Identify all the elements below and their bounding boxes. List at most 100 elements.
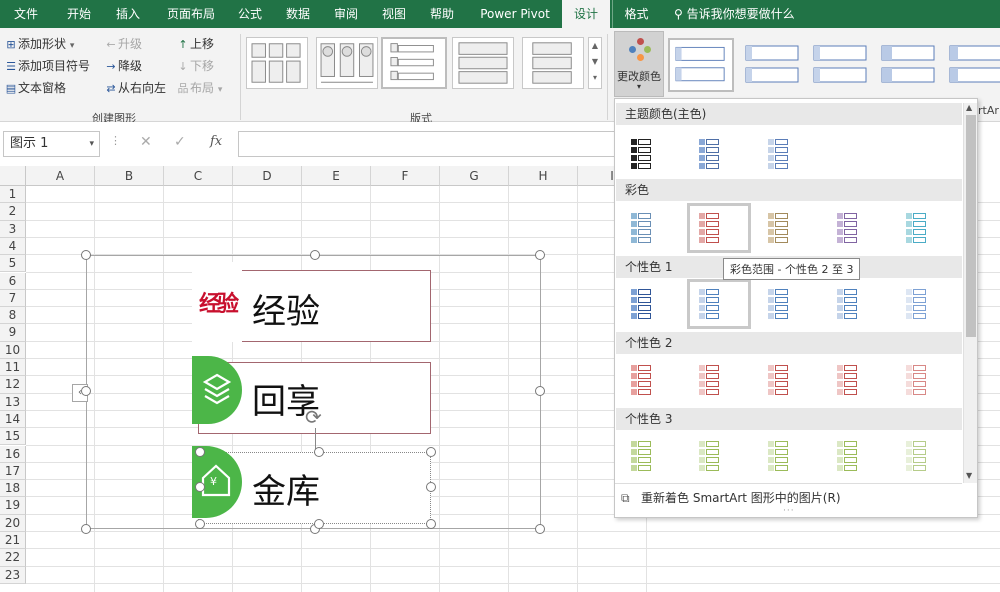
column-header-g[interactable]: G — [440, 166, 509, 186]
row-header-8[interactable]: 8 — [0, 307, 26, 325]
resize-handle[interactable] — [81, 386, 91, 396]
row-header-19[interactable]: 19 — [0, 497, 26, 515]
swatch-colorful-3[interactable] — [756, 203, 820, 253]
tab-view[interactable]: 视图 — [372, 0, 416, 28]
tab-data[interactable]: 数据 — [276, 0, 320, 28]
swatch-colorful-2[interactable] — [687, 203, 751, 253]
recolor-pictures-item[interactable]: ⧉ 重新着色 SmartArt 图形中的图片(R) — [621, 489, 841, 506]
swatch-accent1-5[interactable] — [894, 279, 958, 329]
swatch-accent1-3[interactable] — [756, 279, 820, 329]
swatch-accent1-4[interactable] — [825, 279, 889, 329]
smartart-picture-1[interactable]: 经验 — [192, 262, 242, 342]
column-header-f[interactable]: F — [371, 166, 440, 186]
swatch-accent3-1[interactable] — [619, 431, 683, 481]
resize-handle[interactable] — [535, 386, 545, 396]
row-header-15[interactable]: 15 — [0, 428, 26, 446]
row-header-23[interactable]: 23 — [0, 566, 26, 584]
tab-power-pivot[interactable]: Power Pivot — [472, 0, 558, 28]
layout-option-3-selected[interactable] — [381, 37, 447, 89]
tab-page-layout[interactable]: 页面布局 — [158, 0, 224, 28]
swatch-dark-2[interactable] — [687, 129, 751, 179]
formula-input[interactable] — [238, 131, 618, 157]
resize-handle[interactable] — [314, 447, 324, 457]
panel-scrollbar[interactable]: ▲ ▼ — [963, 103, 977, 483]
row-header-2[interactable]: 2 — [0, 203, 26, 221]
row-header-13[interactable]: 13 — [0, 393, 26, 411]
row-header-6[interactable]: 6 — [0, 272, 26, 290]
resize-handle[interactable] — [310, 250, 320, 260]
promote-button[interactable]: ← 升级 — [104, 35, 142, 52]
tab-home[interactable]: 开始 — [56, 0, 102, 28]
tab-format[interactable]: 格式 — [612, 0, 660, 28]
row-header-10[interactable]: 10 — [0, 341, 26, 359]
right-to-left-button[interactable]: ⇄ 从右向左 — [104, 79, 166, 96]
row-header-22[interactable]: 22 — [0, 549, 26, 567]
swatch-colorful-5[interactable] — [894, 203, 958, 253]
resize-handle[interactable] — [535, 524, 545, 534]
swatch-accent1-2[interactable] — [687, 279, 751, 329]
name-box[interactable]: 图示 1 ▾ — [3, 131, 100, 157]
column-header-b[interactable]: B — [95, 166, 164, 186]
enter-icon[interactable]: ✓ — [174, 134, 186, 150]
tab-help[interactable]: 帮助 — [420, 0, 464, 28]
layout-option-4[interactable] — [452, 37, 514, 89]
swatch-dark-3[interactable] — [756, 129, 820, 179]
smartart-style-5[interactable] — [944, 38, 1000, 92]
column-header-c[interactable]: C — [164, 166, 233, 186]
smartart-style-3[interactable] — [808, 38, 872, 92]
move-down-button[interactable]: ↓ 下移 — [176, 57, 214, 74]
swatch-accent2-4[interactable] — [825, 355, 889, 405]
add-bullet-button[interactable]: ☰ 添加项目符号 — [4, 57, 90, 74]
swatch-colorful-1[interactable] — [619, 203, 683, 253]
resize-handle[interactable] — [314, 519, 324, 529]
resize-handle[interactable] — [426, 482, 436, 492]
column-header-d[interactable]: D — [233, 166, 302, 186]
row-header-3[interactable]: 3 — [0, 220, 26, 238]
swatch-accent2-3[interactable] — [756, 355, 820, 405]
resize-handle[interactable] — [426, 447, 436, 457]
row-header-21[interactable]: 21 — [0, 532, 26, 550]
row-header-9[interactable]: 9 — [0, 324, 26, 342]
row-header-14[interactable]: 14 — [0, 410, 26, 429]
swatch-accent3-3[interactable] — [756, 431, 820, 481]
column-header-e[interactable]: E — [302, 166, 371, 186]
resize-handle[interactable] — [81, 250, 91, 260]
layout-option-1[interactable] — [246, 37, 308, 89]
row-header-16[interactable]: 16 — [0, 445, 26, 463]
row-header-17[interactable]: 17 — [0, 462, 26, 481]
row-header-1[interactable]: 1 — [0, 186, 26, 204]
insert-function-icon[interactable]: fx — [210, 134, 222, 149]
resize-handle[interactable] — [195, 519, 205, 529]
smartart-item-text-3[interactable]: 金库 — [252, 464, 320, 513]
row-header-12[interactable]: 12 — [0, 376, 26, 394]
tab-review[interactable]: 审阅 — [324, 0, 368, 28]
resize-grip-icon[interactable]: ··· — [783, 507, 805, 516]
layout-option-2[interactable] — [316, 37, 378, 89]
smartart-style-2[interactable] — [740, 38, 804, 92]
row-header-7[interactable]: 7 — [0, 289, 26, 308]
swatch-dark-1[interactable] — [619, 129, 683, 179]
swatch-accent3-2[interactable] — [687, 431, 751, 481]
swatch-accent1-1[interactable] — [619, 279, 683, 329]
smartart-item-text-1[interactable]: 经验 — [252, 284, 320, 333]
resize-handle[interactable] — [195, 482, 205, 492]
tab-design[interactable]: 设计 — [562, 0, 610, 28]
rotate-handle-icon[interactable]: ⟳ — [305, 406, 327, 428]
text-pane-button[interactable]: ▤ 文本窗格 — [4, 79, 66, 96]
smartart-style-4[interactable] — [876, 38, 940, 92]
move-up-button[interactable]: ↑ 上移 — [176, 35, 214, 52]
cancel-icon[interactable]: ✕ — [140, 134, 152, 150]
layout-gallery-scroll[interactable]: ▲ ▼ ▾ — [588, 37, 602, 89]
scroll-thumb[interactable] — [966, 115, 976, 337]
swatch-colorful-4[interactable] — [825, 203, 889, 253]
resize-handle[interactable] — [426, 519, 436, 529]
demote-button[interactable]: → 降级 — [104, 57, 142, 74]
column-header-a[interactable]: A — [26, 166, 95, 186]
row-header-20[interactable]: 20 — [0, 514, 26, 532]
change-colors-button[interactable]: 更改颜色 ▾ — [614, 31, 664, 97]
row-header-5[interactable]: 5 — [0, 255, 26, 273]
row-header-11[interactable]: 11 — [0, 359, 26, 377]
resize-handle[interactable] — [81, 524, 91, 534]
swatch-accent3-4[interactable] — [825, 431, 889, 481]
resize-handle[interactable] — [535, 250, 545, 260]
